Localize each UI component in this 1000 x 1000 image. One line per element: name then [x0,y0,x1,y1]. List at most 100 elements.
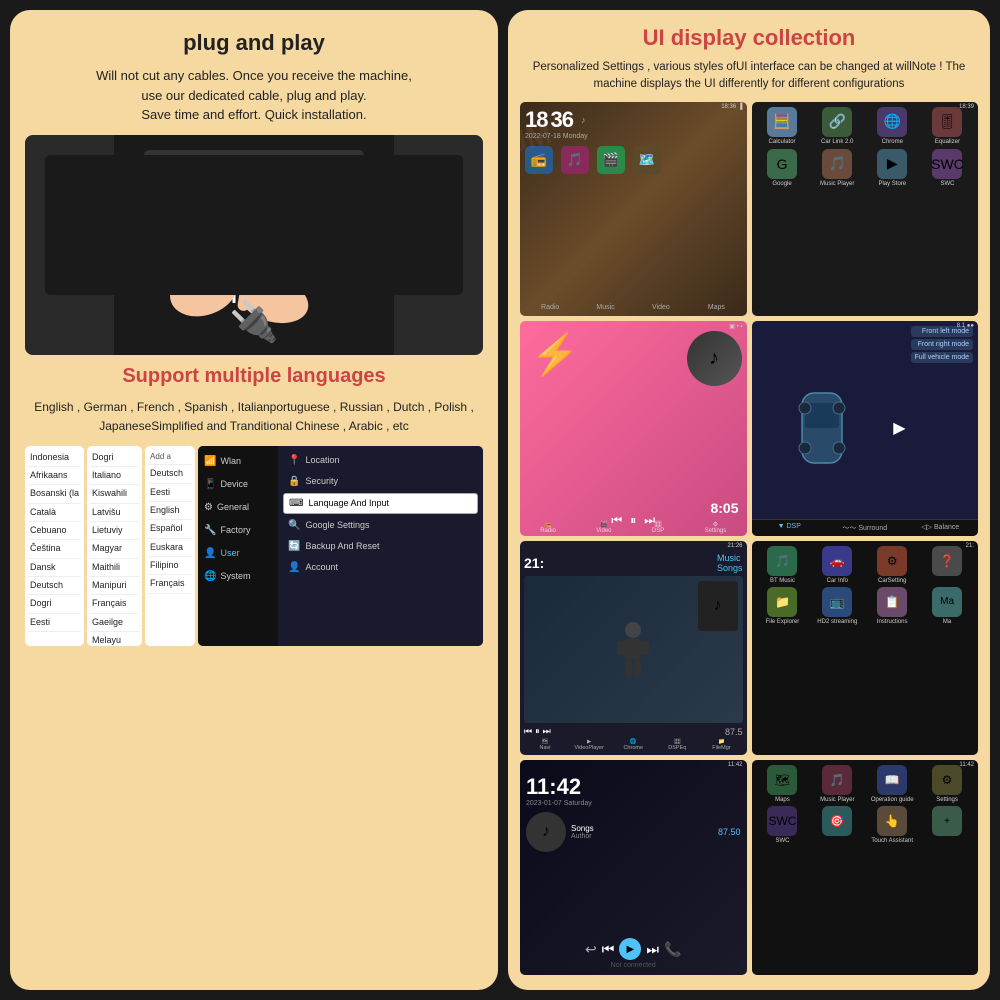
carlink-app[interactable]: 🔗 Car Link 2.0 [812,107,863,145]
app-label: Instructions [877,619,908,625]
prev-track-btn[interactable]: ⏮ [602,941,615,958]
musicplayer-app2[interactable]: 🎵 Music Player [811,765,863,803]
nav-time: 21: [524,555,544,571]
ui-cell-apps2: 21: 🎵 BT Music 🚗 Car Info ⚙ CarSetting ❓ [752,541,979,756]
app-label: SWC [940,181,954,187]
balance-tab[interactable]: ◁▷ Balance [903,520,979,536]
music-clock-date: 2023-01-07 Saturday [526,800,741,807]
carinfo-app[interactable]: 🚗 Car Info [811,546,863,584]
song-title: Songs [571,824,594,833]
carsetting-app[interactable]: ⚙ CarSetting [866,546,918,584]
backup-label: Backup And Reset [305,541,379,551]
lang-item: Français [90,595,139,613]
nav-play[interactable]: ⏸ [535,726,540,737]
settings-system[interactable]: 🌐 System [198,566,278,587]
settings-app2[interactable]: ⚙ Settings [921,765,973,803]
touch-assist-app[interactable]: 👆 Touch Assistant [866,806,918,844]
ma-app[interactable]: Ma Ma [921,587,973,625]
chrome-app[interactable]: 🌐 Chrome [867,107,918,145]
play-pause-btn[interactable]: ▶ [619,938,641,960]
settings-account[interactable]: 👤 Account [283,558,478,577]
equalizer-app[interactable]: 🎚 Equalizer [922,107,973,145]
app-label: Google [772,181,791,187]
phone-icon[interactable]: 📞 [664,941,681,958]
radio-icon-cell3[interactable]: 📻Radio [540,521,556,534]
dsp-eq-btn[interactable]: 🎛DSPEq [656,739,698,751]
lang-item: Dogri [28,595,81,613]
security-icon: 🔒 [288,476,300,487]
plug-desc: Will not cut any cables. Once you receiv… [25,66,483,125]
filemgr-btn[interactable]: 📁FileMgr [700,739,742,751]
settings-google[interactable]: 🔍 Google Settings [283,516,478,535]
full-vehicle-mode-btn[interactable]: Full vehicle mode [911,352,973,363]
operation-guide-app[interactable]: 📖 Operation guide [866,765,918,803]
app-label: SWC [775,838,789,844]
lang-item: Eesti [148,484,192,502]
dsp-tab[interactable]: ▼ DSP [752,520,828,536]
settings-general[interactable]: ⚙ General [198,497,278,518]
ui-collection-title: UI display collection [520,25,978,51]
factory-label: Factory [220,525,250,535]
google-app[interactable]: G Google [757,149,808,187]
btmusic-app[interactable]: 🎵 BT Music [757,546,809,584]
lang-item: Čeština [28,540,81,558]
unknown-app1[interactable]: ❓ [921,546,973,584]
video-label: Video [636,304,686,311]
steering-app[interactable]: 🎯 [811,806,863,844]
play-arrow: ▶ [893,326,905,531]
settings-icon-cell3[interactable]: ⚙Settings [705,521,727,534]
settings-right-panel: 📍 Location 🔒 Security ⌨ Lanquage And Inp… [278,446,483,646]
settings-left-menu: 📶 Wlan 📱 Device ⚙ General 🔧 Factory [198,446,278,646]
fileexplorer-app[interactable]: 📁 File Explorer [757,587,809,625]
ui-cell-apps3: 11:42 🗺 Maps 🎵 Music Player 📖 Operation … [752,760,979,975]
lang-item: Kiswahili [90,485,139,503]
playstore-app[interactable]: ▶ Play Store [867,149,918,187]
nav-bottom-apps: 🗺Navi ▶VideoPlayer 🌐Chrome 🎛DSPEq 📁FileM… [524,739,743,751]
next-track-btn[interactable]: ⏭ [646,941,659,958]
dsp-icon-cell3[interactable]: 🎛DSP [652,521,664,534]
front-right-mode-btn[interactable]: Front right mode [911,339,973,350]
location-label: Location [305,455,339,465]
settings-user[interactable]: 👤 User [198,543,278,564]
video-icon-cell3[interactable]: 🎬Video [596,521,611,534]
status-bar-4: 8.1 ●● [957,323,974,329]
radio-app[interactable]: 📻 [525,146,553,174]
swc-app2[interactable]: SWC SWC [757,806,809,844]
ui-cell-car-dsp: 8.1 ●● ▶ [752,321,979,536]
extra-app[interactable]: + [921,806,973,844]
settings-wlan[interactable]: 📶 Wlan [198,451,278,472]
status-bar-1: 18:36▐ [721,104,742,110]
nav-prev[interactable]: ⏮ [524,726,532,737]
lang-item: Italiano [90,467,139,485]
instructions-app[interactable]: 📋 Instructions [866,587,918,625]
back-btn[interactable]: ↩ [585,941,597,958]
security-label: Security [305,476,338,486]
hd2-app[interactable]: 📺 HD2 streaming [811,587,863,625]
musicplayer-app[interactable]: 🎵 Music Player [812,149,863,187]
settings-factory[interactable]: 🔧 Factory [198,520,278,541]
surround-tab[interactable]: 〜〜 Surround [827,520,903,536]
maps-app[interactable]: 🗺️ [633,146,661,174]
nav-next[interactable]: ⏭ [543,726,551,737]
music-app[interactable]: 🎵 [561,146,589,174]
settings-backup[interactable]: 🔄 Backup And Reset [283,537,478,556]
settings-location[interactable]: 📍 Location [283,451,478,470]
system-label: System [220,571,250,581]
languages-title: Support multiple languages [25,365,483,388]
maps-app2[interactable]: 🗺 Maps [757,765,809,803]
chrome-app-btn[interactable]: 🌐Chrome [612,739,654,751]
settings-device[interactable]: 📱 Device [198,474,278,495]
app-label: Chrome [882,139,903,145]
navi-app-btn[interactable]: 🗺Navi [524,739,566,751]
account-icon: 👤 [288,562,300,573]
music-info: ♪ Songs Author 87.50 [526,812,741,852]
calculator-app[interactable]: 🧮 Calculator [757,107,808,145]
settings-language-input[interactable]: ⌨ Lanquage And Input [283,493,478,514]
swc-app[interactable]: SWC SWC [922,149,973,187]
video-app[interactable]: 🎬 [597,146,625,174]
videoplayer-app-btn[interactable]: ▶VideoPlayer [568,739,610,751]
radio-label: Radio [525,304,575,311]
lang-item: Gaeilge [90,614,139,632]
settings-security[interactable]: 🔒 Security [283,472,478,491]
status-bar-2: 18:39 [959,104,974,110]
